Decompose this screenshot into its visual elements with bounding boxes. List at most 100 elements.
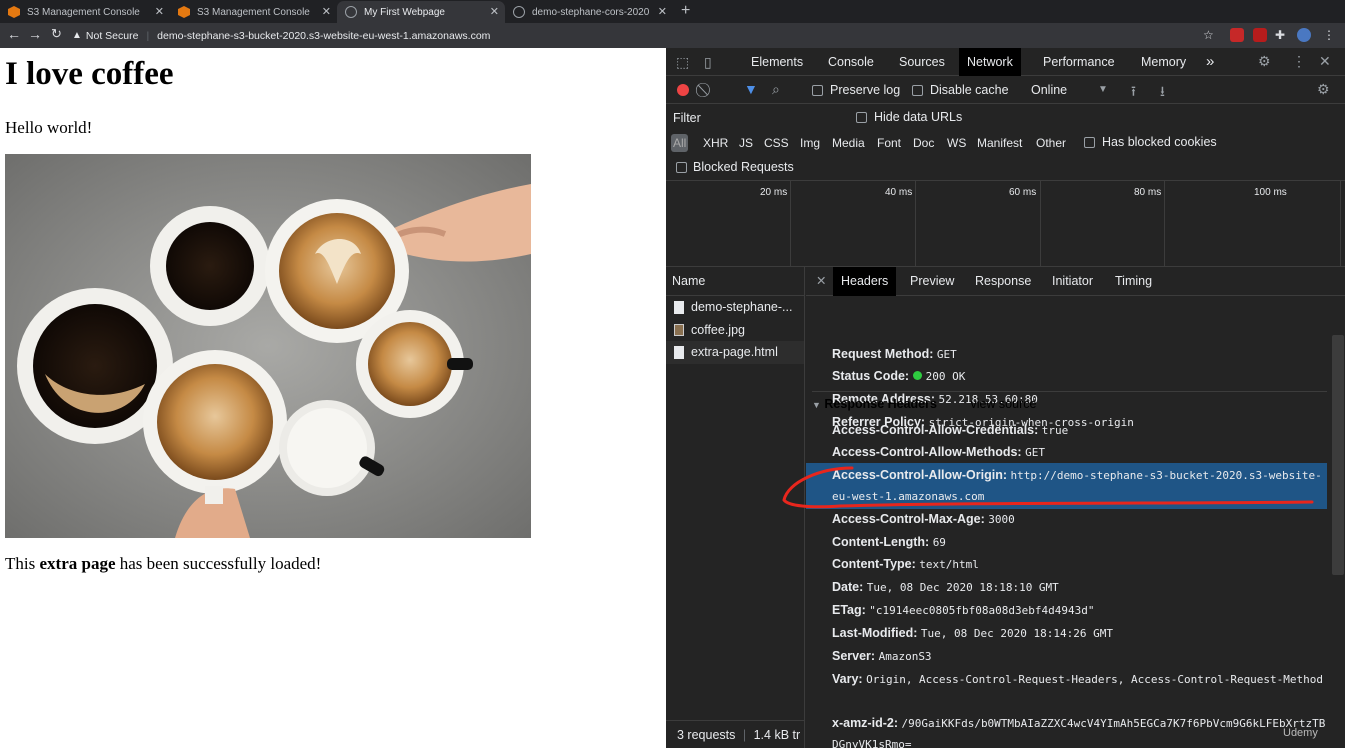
scrollbar[interactable]: [1332, 335, 1344, 575]
search-icon[interactable]: ⌕: [772, 81, 780, 98]
blocked-requests-label: Blocked Requests: [693, 160, 794, 174]
hide-data-urls-checkbox[interactable]: [856, 112, 867, 123]
tab-memory[interactable]: Memory: [1141, 48, 1186, 76]
disable-cache-checkbox[interactable]: [912, 85, 923, 96]
tab-elements[interactable]: Elements: [751, 48, 803, 76]
response-header: Content-Type: text/html: [832, 557, 979, 571]
request-row[interactable]: demo-stephane-...: [666, 296, 804, 319]
web-page: I love coffee Hello world! This extra pa…: [0, 48, 666, 748]
devtools-tab-strip: ⬚ ▯ Elements Console Sources Network Per…: [666, 48, 1345, 76]
globe-icon: [345, 6, 357, 18]
gear-icon[interactable]: ⚙: [1258, 53, 1271, 70]
response-header: x-amz-id-2: /90GaiKKFds/b0WTMbAIaZZXC4wc…: [832, 716, 1326, 748]
view-source-link[interactable]: view source: [970, 397, 1036, 411]
back-icon[interactable]: ←: [7, 26, 21, 42]
filter-font[interactable]: Font: [877, 136, 901, 150]
security-label: Not Secure: [85, 29, 139, 42]
timeline-tick: 60 ms: [1009, 187, 1037, 198]
timeline-tick: 40 ms: [885, 187, 913, 198]
filter-css[interactable]: CSS: [764, 136, 789, 150]
record-icon[interactable]: [677, 84, 689, 96]
throttle-select[interactable]: Online: [1031, 83, 1067, 97]
omnibox[interactable]: ▲ Not Secure | demo-stephane-s3-bucket-2…: [72, 25, 1222, 46]
star-icon[interactable]: ☆: [1203, 28, 1214, 42]
tab-title: S3 Management Console: [197, 6, 310, 18]
request-list: Name demo-stephane-... coffee.jpg extra-…: [666, 267, 805, 748]
browser-tab[interactable]: S3 Management Console ✕: [0, 1, 170, 23]
tab-title: My First Webpage: [364, 6, 445, 18]
response-header: Content-Length: 69: [832, 535, 946, 549]
tab-network[interactable]: Network: [959, 48, 1021, 76]
response-header: ETag: "c1914eec0805fbf08a08d3ebf4d4943d": [832, 603, 1095, 617]
transferred-size: 1.4 kB tr: [753, 728, 801, 742]
tab-title: S3 Management Console: [27, 6, 140, 18]
browser-tab[interactable]: S3 Management Console ✕: [170, 1, 337, 23]
close-icon[interactable]: ✕: [1319, 53, 1331, 70]
preserve-log-checkbox[interactable]: [812, 85, 823, 96]
filter-all[interactable]: All: [671, 134, 689, 152]
close-icon[interactable]: ✕: [155, 5, 164, 18]
avatar[interactable]: [1297, 28, 1311, 42]
close-icon[interactable]: ✕: [658, 5, 667, 18]
request-row-selected[interactable]: extra-page.html: [666, 341, 804, 364]
document-icon: [674, 346, 684, 359]
tab-title: demo-stephane-cors-2020.s3: [532, 6, 650, 18]
close-icon[interactable]: ✕: [322, 5, 331, 18]
response-header: Access-Control-Allow-Credentials: true: [832, 423, 1069, 437]
response-header: Vary: Origin, Access-Control-Request-Hea…: [832, 672, 1324, 686]
network-toolbar: ⃠ ▼ ⌕ Preserve log Disable cache Online …: [666, 77, 1345, 104]
chevron-down-icon[interactable]: ▼: [1098, 84, 1108, 95]
forward-icon[interactable]: →: [28, 26, 42, 42]
response-header: Access-Control-Allow-Methods: GET: [832, 445, 1045, 459]
greeting-text: Hello world!: [5, 118, 93, 137]
filter-icon[interactable]: ▼: [744, 81, 758, 97]
filter-input[interactable]: Filter: [673, 111, 701, 125]
browser-tab[interactable]: demo-stephane-cors-2020.s3 ✕: [505, 1, 673, 23]
import-icon[interactable]: ⭱: [1131, 81, 1136, 105]
blocked-cookies-label: Has blocked cookies: [1102, 135, 1217, 149]
response-header: Date: Tue, 08 Dec 2020 18:18:10 GMT: [832, 580, 1059, 594]
warning-icon: ▲: [72, 30, 82, 41]
response-header-highlighted: Access-Control-Allow-Origin: http://demo…: [832, 468, 1322, 503]
browser-tab-active[interactable]: My First Webpage ✕: [337, 1, 505, 23]
close-icon[interactable]: ✕: [490, 5, 499, 18]
request-row[interactable]: coffee.jpg: [666, 319, 804, 342]
filter-img[interactable]: Img: [800, 136, 820, 150]
reload-icon[interactable]: ↻: [51, 26, 62, 42]
document-icon: [674, 301, 684, 314]
adblock-icon[interactable]: [1253, 28, 1267, 42]
response-headers-section[interactable]: ▼ Response Headers view source: [812, 391, 1327, 415]
timeline-overview[interactable]: 20 ms 40 ms 60 ms 80 ms 100 ms: [666, 181, 1345, 267]
export-icon[interactable]: ⭳: [1160, 81, 1165, 105]
browser-tab-strip: S3 Management Console ✕ S3 Management Co…: [0, 0, 1345, 23]
kebab-menu-icon[interactable]: ⋮: [1292, 53, 1306, 70]
filter-doc[interactable]: Doc: [913, 136, 934, 150]
more-tabs-icon[interactable]: »: [1206, 48, 1214, 76]
filter-xhr[interactable]: XHR: [703, 136, 728, 150]
name-column-header[interactable]: Name: [666, 267, 804, 296]
response-header: Last-Modified: Tue, 08 Dec 2020 18:14:26…: [832, 626, 1113, 640]
new-tab-icon[interactable]: +: [681, 2, 690, 20]
menu-icon[interactable]: ⋮: [1323, 28, 1335, 42]
filter-other[interactable]: Other: [1036, 136, 1066, 150]
filter-ws[interactable]: WS: [947, 136, 966, 150]
filter-manifest[interactable]: Manifest: [977, 136, 1022, 150]
extension-icon[interactable]: [1230, 28, 1244, 42]
image-icon: [674, 323, 684, 336]
filter-media[interactable]: Media: [832, 136, 865, 150]
filter-js[interactable]: JS: [739, 136, 753, 150]
blocked-cookies-checkbox[interactable]: [1084, 137, 1095, 148]
inspect-icon[interactable]: ⬚: [676, 54, 689, 71]
request-count: 3 requests: [677, 728, 736, 742]
preserve-log-label: Preserve log: [830, 83, 901, 97]
tab-console[interactable]: Console: [828, 48, 874, 76]
blocked-requests-checkbox[interactable]: [676, 162, 687, 173]
disable-cache-label: Disable cache: [930, 83, 1009, 97]
puzzle-icon[interactable]: ✚: [1275, 28, 1285, 42]
device-toolbar-icon[interactable]: ▯: [704, 54, 712, 71]
network-settings-icon[interactable]: ⚙: [1317, 81, 1330, 98]
url-text[interactable]: demo-stephane-s3-bucket-2020.s3-website-…: [157, 30, 490, 42]
tab-performance[interactable]: Performance: [1043, 48, 1115, 76]
response-header: Access-Control-Max-Age: 3000: [832, 512, 1015, 526]
tab-sources[interactable]: Sources: [899, 48, 945, 76]
